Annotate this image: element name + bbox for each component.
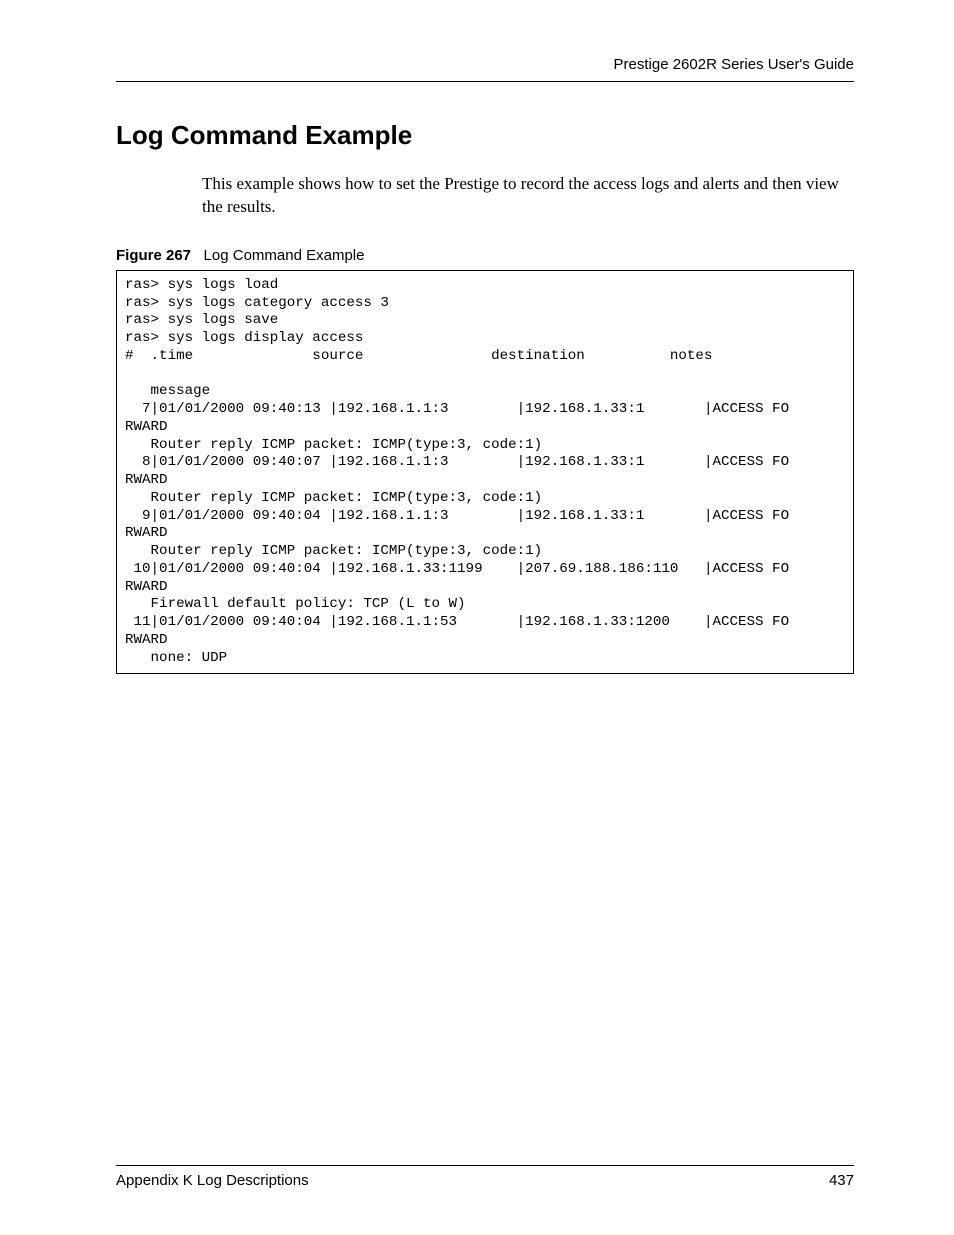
footer-page-number: 437 [829, 1172, 854, 1189]
figure-caption-text: Log Command Example [204, 247, 365, 264]
section-title: Log Command Example [116, 120, 854, 151]
code-example-box: ras> sys logs load ras> sys logs categor… [116, 270, 854, 675]
footer-appendix-label: Appendix K Log Descriptions [116, 1172, 309, 1189]
figure-label: Figure 267 [116, 247, 191, 264]
figure-caption: Figure 267 Log Command Example [116, 247, 854, 264]
header-guide-title: Prestige 2602R Series User's Guide [116, 56, 854, 82]
section-body-text: This example shows how to set the Presti… [202, 173, 854, 219]
